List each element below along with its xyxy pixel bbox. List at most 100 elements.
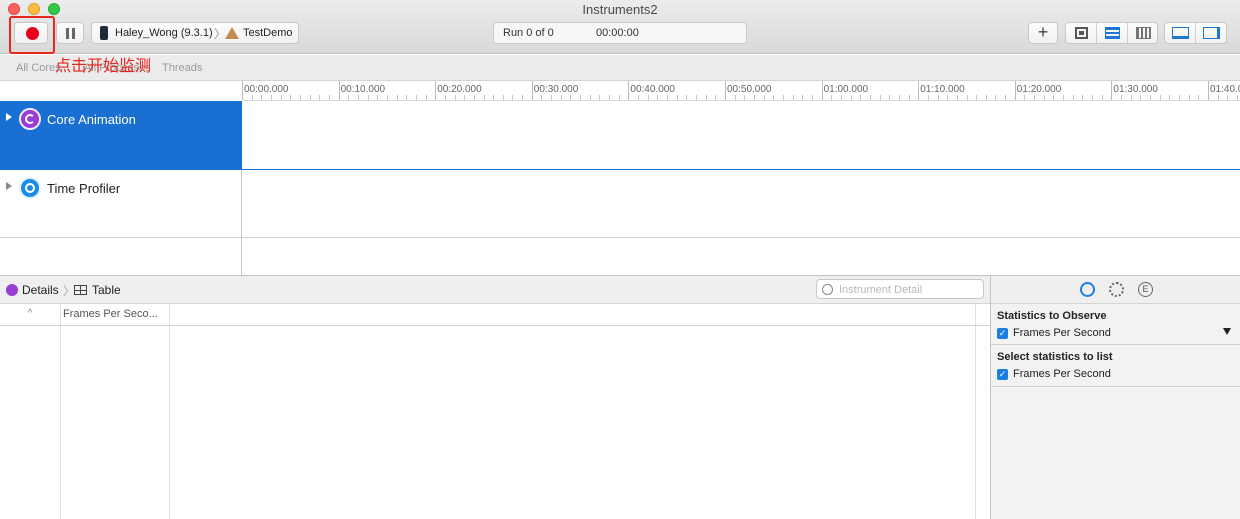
instrument-detail-search[interactable] — [816, 279, 984, 299]
table-body[interactable] — [0, 326, 990, 519]
ruler-minor-tick — [1034, 95, 1036, 100]
ruler-minor-tick — [251, 95, 253, 100]
ruler-minor-tick — [425, 95, 427, 100]
checkbox[interactable]: ✓ — [997, 369, 1008, 380]
checkbox[interactable]: ✓ — [997, 328, 1008, 339]
ruler-minor-tick — [1121, 95, 1123, 100]
ruler-minor-tick — [483, 95, 485, 100]
fps-column-header[interactable]: Frames Per Seco... — [61, 304, 170, 325]
ruler-minor-tick — [415, 95, 417, 100]
ruler-minor-tick — [454, 95, 456, 100]
elapsed-time: 00:00:00 — [596, 27, 639, 39]
inspector-tabs: E — [991, 275, 1240, 304]
list-view-button[interactable] — [1097, 23, 1128, 43]
ruler-minor-tick — [1179, 95, 1181, 100]
gear-icon[interactable] — [1109, 282, 1124, 297]
ruler-minor-tick — [1236, 95, 1238, 100]
detail-jump-bar: Details 〉 Table — [0, 275, 990, 304]
list-icon — [1105, 27, 1120, 39]
detail-view-segmented-control — [1065, 22, 1158, 44]
search-input[interactable] — [839, 282, 979, 297]
target-selector[interactable]: Haley_Wong (9.3.1) 〉 TestDemo — [91, 22, 299, 44]
sort-column-header[interactable]: ^ — [0, 304, 61, 325]
strategy-all-cores[interactable]: All Cores — [16, 62, 61, 74]
ruler-minor-tick — [1169, 95, 1171, 100]
dropdown-arrow-icon[interactable] — [1223, 328, 1231, 335]
bottom-panel-icon — [1172, 27, 1189, 39]
add-instrument-button[interactable]: + — [1028, 22, 1058, 44]
panel-toggle-segmented-control — [1164, 22, 1227, 44]
ruler-minor-tick — [792, 95, 794, 100]
pause-icon — [66, 28, 75, 39]
column-divider — [169, 326, 170, 519]
ruler-minor-tick — [261, 95, 263, 100]
pause-button[interactable] — [56, 22, 84, 44]
ruler-minor-tick — [898, 95, 900, 100]
disclosure-triangle-icon[interactable] — [6, 113, 12, 121]
strategy-bar: All Cores All Processes Threads — [0, 55, 1240, 81]
ruler-minor-tick — [927, 95, 929, 100]
grid-icon — [1136, 27, 1151, 39]
column-divider — [975, 326, 976, 519]
ruler-minor-tick — [638, 95, 640, 100]
ruler-major-tick — [628, 81, 630, 100]
disclosure-triangle-icon[interactable] — [6, 182, 12, 190]
track-graph-area[interactable] — [242, 101, 1240, 275]
track-core-animation[interactable]: Core Animation — [0, 101, 242, 170]
ruler-tick-label: 01:00.000 — [823, 84, 869, 95]
ruler-minor-tick — [1043, 95, 1045, 100]
ruler-minor-tick — [782, 95, 784, 100]
ruler-minor-tick — [705, 95, 707, 100]
ruler-minor-tick — [667, 95, 669, 100]
core-animation-icon — [19, 108, 41, 130]
ruler-minor-tick — [367, 95, 369, 100]
instrument-track-list: Core Animation Time Profiler — [0, 101, 242, 275]
ruler-major-tick — [725, 81, 726, 100]
ruler-minor-tick — [1150, 95, 1152, 100]
ruler-minor-tick — [377, 95, 379, 100]
ruler-minor-tick — [676, 95, 678, 100]
ruler-minor-tick — [657, 95, 659, 100]
ruler-minor-tick — [908, 95, 910, 100]
ruler-major-tick — [1111, 81, 1113, 100]
strategy-threads[interactable]: Threads — [162, 62, 202, 74]
toggle-right-panel-button[interactable] — [1196, 23, 1227, 43]
grid-view-button[interactable] — [1128, 23, 1159, 43]
ruler-tick-label: 00:20.000 — [437, 84, 482, 95]
search-icon — [822, 284, 833, 295]
ruler-minor-tick — [280, 95, 282, 100]
ruler-minor-tick — [406, 95, 408, 100]
time-profiler-icon — [19, 177, 41, 199]
ruler-tick-label: 00:50.000 — [727, 84, 772, 95]
track-time-profiler[interactable]: Time Profiler — [0, 170, 242, 238]
annotation-highlight-box — [9, 16, 55, 54]
window-toolbar: Instruments2 Haley_Wong (9.3.1) 〉 TestDe… — [0, 0, 1240, 54]
cpu-view-button[interactable] — [1066, 23, 1097, 43]
right-panel-icon — [1203, 27, 1220, 39]
section-title: Select statistics to list — [997, 351, 1113, 363]
extended-detail-icon[interactable]: E — [1138, 282, 1153, 297]
ruler-minor-tick — [1082, 95, 1084, 100]
ruler-minor-tick — [1072, 95, 1074, 100]
ruler-minor-tick — [966, 95, 968, 100]
ruler-minor-tick — [879, 95, 881, 100]
ruler-minor-tick — [444, 95, 446, 100]
ruler-minor-tick — [889, 95, 891, 100]
timeline-ruler[interactable]: 00:00.000 00:10.000 00:20.000 00:30.000 00:4… — [242, 81, 1240, 101]
table-header: ^ Frames Per Seco... — [0, 304, 990, 326]
core-animation-graph[interactable] — [242, 101, 1240, 170]
toggle-bottom-panel-button[interactable] — [1165, 23, 1196, 43]
time-profiler-graph[interactable] — [242, 170, 1240, 238]
track-label: Core Animation — [47, 112, 136, 127]
ruler-minor-tick — [589, 95, 591, 100]
breadcrumb-details[interactable]: Details — [22, 283, 59, 297]
device-label: Haley_Wong (9.3.1) — [115, 27, 213, 39]
app-label: TestDemo — [243, 27, 293, 39]
record-settings-icon[interactable] — [1080, 282, 1095, 297]
breadcrumb-table[interactable]: Table — [92, 283, 121, 297]
section-title: Statistics to Observe — [997, 310, 1107, 322]
ruler-major-tick — [1014, 81, 1016, 100]
ruler-tick-label: 01:40.000 — [1210, 84, 1240, 95]
ruler-minor-tick — [744, 95, 746, 100]
ruler-major-tick — [1208, 81, 1209, 100]
